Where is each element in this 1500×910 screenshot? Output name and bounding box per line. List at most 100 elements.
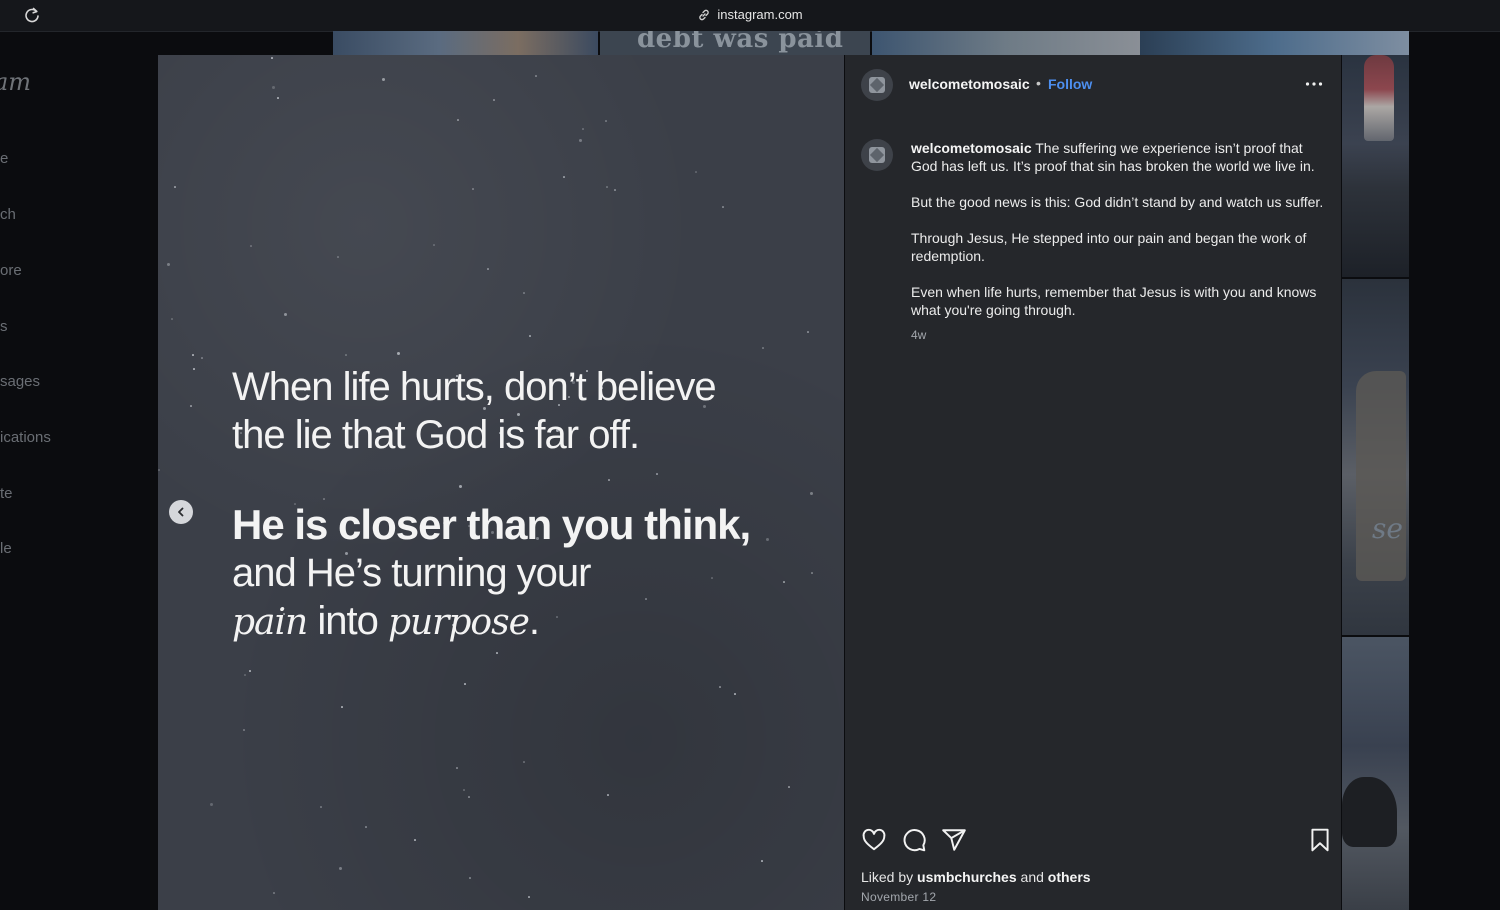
sidebar-item-explore: ore [0,262,22,279]
sidebar-item-search: ch [0,206,16,223]
grain-speck [528,896,530,898]
grain-speck [277,97,279,99]
grain-speck [788,786,790,788]
separator-dot: • [1036,75,1041,91]
grain-speck [529,335,531,337]
like-button[interactable] [861,827,887,855]
grain-speck [493,99,495,101]
quote-plain: into [307,599,388,643]
grain-speck [272,86,275,89]
quote-line-bold: He is closer than you think, [232,501,751,548]
quote-line: and He’s turning your [232,551,592,595]
grain-speck [695,171,697,173]
save-button[interactable] [1307,827,1333,855]
grain-speck [244,674,246,676]
liker-username[interactable]: usmbchurches [917,869,1017,885]
caption-timestamp[interactable]: 4w [911,326,1327,344]
caption-username[interactable]: welcometomosaic [911,140,1032,156]
post-image-text: When life hurts, don’t believe the lie t… [232,363,792,647]
grain-speck [464,683,466,685]
follow-button[interactable]: Follow [1048,76,1092,92]
background-post-thumbnail [1140,31,1409,55]
comment-button[interactable] [901,827,927,855]
caption-paragraph: Through Jesus, He stepped into our pain … [911,230,1307,264]
caption-paragraph: But the good news is this: God didn’t st… [911,194,1324,210]
grain-speck [457,119,459,121]
grain-speck [190,405,192,407]
grain-speck [607,794,609,796]
grain-speck [210,803,213,806]
grain-speck [468,796,470,798]
post-date: November 12 [861,890,937,904]
grain-speck [320,806,322,808]
instagram-logo: am [0,68,32,96]
grain-speck [463,789,465,791]
grain-speck [397,352,400,355]
sidebar-item-home: e [0,150,9,167]
caption-paragraph: Even when life hurts, remember that Jesu… [911,284,1317,318]
quote-plain: . [528,599,540,643]
post-actions [861,827,1331,857]
post-image: When life hurts, don’t believe the lie t… [158,55,844,910]
sidebar-item-profile: le [0,540,12,557]
grain-speck [337,256,339,258]
avatar[interactable] [861,139,893,171]
link-icon [697,8,711,25]
likes-others-link[interactable]: others [1048,869,1091,885]
grain-speck [171,318,173,320]
quote-italic: purpose [387,602,530,643]
grain-speck [174,186,176,188]
sidebar-item-notifications: ications [0,429,51,446]
more-options-button[interactable] [1304,74,1324,94]
thumbnail-text: se [1372,512,1403,545]
grain-speck [472,188,474,190]
grain-speck [563,176,565,178]
likes-summary: Liked by usmbchurches and others [861,869,1091,885]
grain-speck [250,245,252,247]
grain-speck [535,75,537,77]
address-bar[interactable]: instagram.com [0,7,1500,25]
sidebar-item-create: te [0,485,13,502]
send-icon [942,829,966,851]
grain-speck [606,186,608,188]
quote-line: pain into purpose. [232,597,792,647]
background-post-thumbnail [333,31,598,55]
grain-speck [192,354,194,356]
browser-toolbar: instagram.com [0,0,1500,32]
grain-speck [487,268,489,270]
grain-speck [414,839,416,841]
background-post-thumbnail [872,31,1140,55]
post-details-panel: welcometomosaic • Follow welcometomosaic… [845,55,1341,910]
previous-slide-button[interactable] [169,500,193,524]
avatar[interactable] [861,69,893,101]
grain-speck [339,867,342,870]
heart-icon [862,828,886,851]
grain-speck [496,652,498,654]
sidebar-item-reels: s [0,318,8,335]
grain-speck [271,57,273,59]
grain-speck [719,686,721,688]
grain-speck [382,78,385,81]
more-icon [1305,82,1323,86]
grain-speck [456,767,458,769]
grain-speck [761,860,763,862]
grain-speck [614,189,616,191]
caption-paragraph: welcometomosaic The suffering we experie… [911,139,1327,175]
grain-speck [433,244,435,246]
grain-speck [249,670,251,672]
grain-speck [582,128,584,130]
grain-speck [201,357,203,359]
grain-speck [523,292,525,294]
grain-speck [579,139,582,142]
sidebar-item-messages: sages [0,373,41,390]
post-caption: welcometomosaic The suffering we experie… [911,139,1327,344]
grain-speck [811,572,813,574]
grain-speck [167,263,170,266]
grain-speck [605,120,607,122]
background-post-thumbnail: se [1342,279,1409,635]
share-button[interactable] [941,827,967,855]
background-post-thumbnail: debt was paid [600,31,870,55]
post-author-username[interactable]: welcometomosaic [909,76,1030,92]
thumbnail-text: debt was paid [637,31,844,54]
grain-speck [523,761,525,763]
